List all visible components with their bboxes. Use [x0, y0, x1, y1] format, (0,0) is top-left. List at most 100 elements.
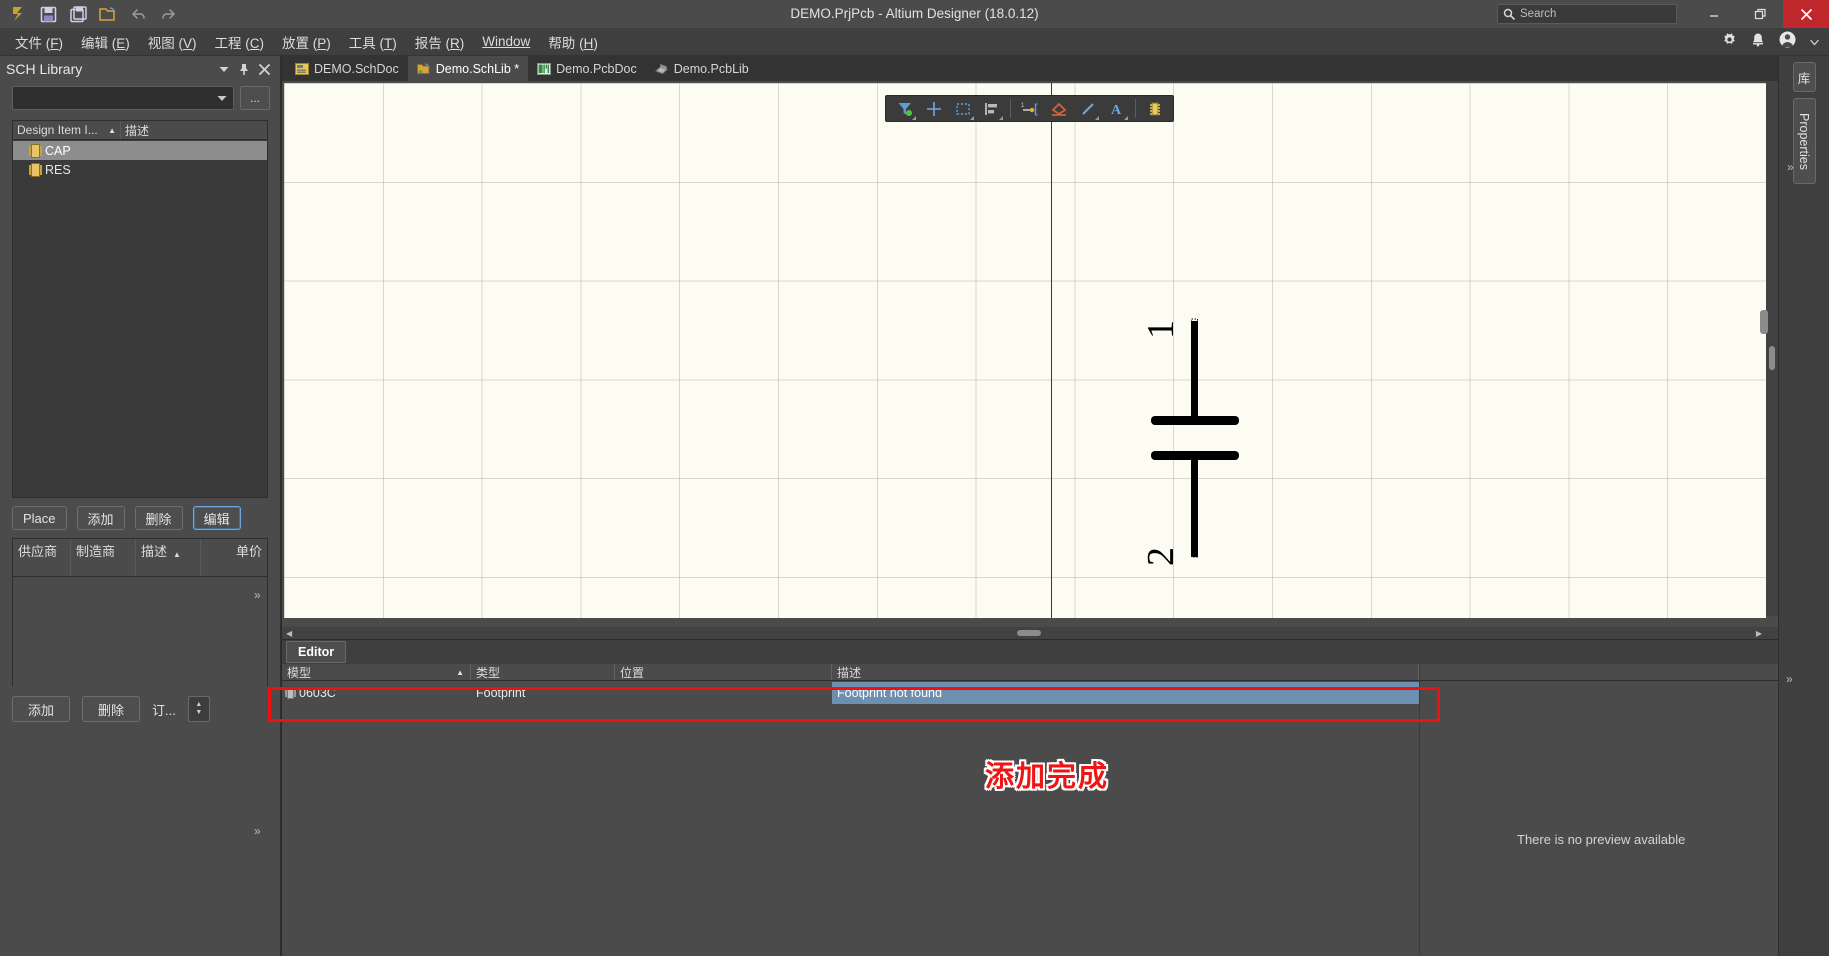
chevron-down-icon [217, 95, 227, 101]
sort-ascending-icon: ▲ [456, 667, 464, 677]
annotation-text: 添加完成 [985, 759, 1110, 793]
menu-item-tools[interactable]: 工具 (T) [340, 29, 406, 55]
search-placeholder: Search [1520, 8, 1557, 20]
pin-icon[interactable] [234, 59, 254, 79]
place-line-icon[interactable] [1074, 96, 1101, 121]
menu-item-file[interactable]: 文件 (F) [6, 29, 72, 55]
place-button[interactable]: Place [12, 506, 67, 530]
crosshair-icon[interactable] [920, 96, 947, 121]
supplier-order-label[interactable]: 订... [152, 700, 176, 719]
tab-label: Demo.SchLib * [435, 61, 520, 76]
restore-button[interactable] [1737, 0, 1783, 28]
menu-item-reports[interactable]: 报告 (R) [406, 29, 474, 55]
chevron-down-icon[interactable] [1810, 33, 1819, 51]
design-items-tree: Design Item I... ▲ 描述 CAP RES [12, 120, 268, 498]
bell-icon[interactable] [1751, 32, 1765, 52]
supplier-column-unitprice[interactable]: 单价 [201, 539, 267, 576]
place-polygon-icon[interactable] [1045, 96, 1072, 121]
supplier-collapse-icon[interactable]: » [254, 588, 261, 602]
tree-item-res[interactable]: RES [13, 160, 267, 179]
schematic-sheet[interactable]: 1 2 1 A [284, 83, 1766, 618]
title-bar: DEMO.PrjPcb - Altium Designer (18.0.12) … [0, 0, 1829, 28]
menu-item-view[interactable]: 视图 (V) [139, 29, 206, 55]
toolbar-separator [1135, 99, 1136, 118]
close-icon [1800, 8, 1812, 20]
rail-collapse-icon[interactable]: » [1787, 160, 1794, 174]
supplier-delete-button[interactable]: 删除 [82, 696, 140, 722]
place-text-icon[interactable]: A [1103, 96, 1130, 121]
scroll-right-icon[interactable]: ▶ [1756, 629, 1762, 638]
library-browse-button[interactable]: ... [240, 86, 270, 110]
redo-icon[interactable] [154, 2, 182, 26]
floating-drawing-toolbar: 1 A [885, 95, 1174, 122]
model-column-location[interactable]: 位置 [615, 664, 832, 680]
supplier-add-button[interactable]: 添加 [12, 696, 70, 722]
rail-scrollbar-thumb[interactable] [1760, 310, 1768, 334]
model-name-cell[interactable]: 0603C [282, 686, 471, 700]
gear-icon[interactable] [1722, 32, 1737, 52]
table-row[interactable]: 0603C Footprint Footprint not found [282, 681, 1778, 705]
schematic-doc-icon [295, 62, 309, 75]
menu-item-place[interactable]: 放置 (P) [273, 29, 340, 55]
place-component-icon[interactable] [1141, 96, 1168, 121]
tab-demo-schlib[interactable]: Demo.SchLib * [407, 56, 529, 81]
supplier-column-description[interactable]: 描述 ▲ [136, 539, 201, 576]
panel-chevron-down-icon[interactable] [214, 59, 234, 79]
save-all-icon[interactable] [64, 2, 92, 26]
canvas-vertical-scrollbar[interactable] [1766, 81, 1778, 616]
scroll-left-icon[interactable]: ◀ [286, 629, 292, 638]
panel-collapse-icon[interactable]: » [254, 824, 261, 838]
select-filter-icon[interactable] [891, 96, 918, 121]
model-type-cell[interactable]: Footprint [471, 686, 615, 700]
rail-tab-library[interactable]: 库 [1792, 62, 1816, 92]
tab-label: Demo.PcbLib [673, 61, 749, 76]
capacitor-symbol[interactable]: 1 2 [1129, 311, 1269, 571]
close-button[interactable] [1783, 0, 1829, 28]
tab-demo-schdoc[interactable]: DEMO.SchDoc [286, 56, 408, 81]
altium-logo-icon[interactable] [4, 2, 32, 26]
undo-icon[interactable] [124, 2, 152, 26]
menu-item-help[interactable]: 帮助 (H) [539, 29, 607, 55]
model-column-model[interactable]: 模型 ▲ [282, 664, 471, 680]
model-column-description[interactable]: 描述 [832, 664, 1419, 680]
library-select[interactable] [12, 86, 234, 110]
save-icon[interactable] [34, 2, 62, 26]
svg-text:A: A [1111, 103, 1122, 117]
add-button[interactable]: 添加 [76, 506, 125, 530]
model-column-type[interactable]: 类型 [471, 664, 615, 680]
minimize-button[interactable] [1691, 0, 1737, 28]
close-icon[interactable] [254, 59, 274, 79]
schematic-library-canvas[interactable]: 1 2 1 A [282, 81, 1778, 635]
menu-item-edit[interactable]: 编辑 (E) [72, 29, 139, 55]
delete-button[interactable]: 删除 [134, 506, 183, 530]
tab-demo-pcbdoc[interactable]: Demo.PcbDoc [528, 56, 646, 81]
align-icon[interactable] [978, 96, 1005, 121]
canvas-horizontal-scrollbar[interactable]: ◀ ▶ [282, 627, 1778, 639]
rail-tab-properties[interactable]: Properties [1792, 98, 1816, 184]
model-panel: 模型 ▲ 类型 位置 描述 0603C Footprint Footprint … [282, 664, 1778, 956]
tab-label: Demo.PcbDoc [556, 61, 637, 76]
search-input[interactable]: Search [1497, 4, 1677, 24]
model-description-cell[interactable]: Footprint not found [832, 682, 1419, 704]
supplier-column-manufacturer[interactable]: 制造商 [71, 539, 136, 576]
menu-item-window[interactable]: Window [473, 31, 539, 52]
user-avatar-icon[interactable] [1779, 31, 1796, 53]
model-preview-divider [1419, 664, 1420, 956]
scrollbar-thumb[interactable] [1017, 630, 1041, 636]
area-select-icon[interactable] [949, 96, 976, 121]
scrollbar-thumb[interactable] [1769, 346, 1775, 370]
place-pin-icon[interactable]: 1 [1016, 96, 1043, 121]
menu-item-project[interactable]: 工程 (C) [206, 29, 274, 55]
tree-column-design-item[interactable]: Design Item I... ▲ [13, 121, 121, 139]
svg-text:1: 1 [1140, 320, 1182, 339]
model-panel-collapse-icon[interactable]: » [1786, 672, 1793, 686]
supplier-quantity-stepper[interactable]: ▲ ▼ [187, 696, 210, 722]
edit-button[interactable]: 编辑 [192, 506, 241, 530]
supplier-column-supplier[interactable]: 供应商 [13, 539, 71, 576]
tree-item-cap[interactable]: CAP [13, 141, 267, 160]
tree-body: CAP RES [13, 140, 267, 179]
tree-column-description[interactable]: 描述 [121, 121, 267, 139]
tab-editor[interactable]: Editor [286, 641, 347, 663]
open-folder-icon[interactable] [94, 2, 122, 26]
tab-demo-pcblib[interactable]: Demo.PcbLib [646, 56, 758, 81]
